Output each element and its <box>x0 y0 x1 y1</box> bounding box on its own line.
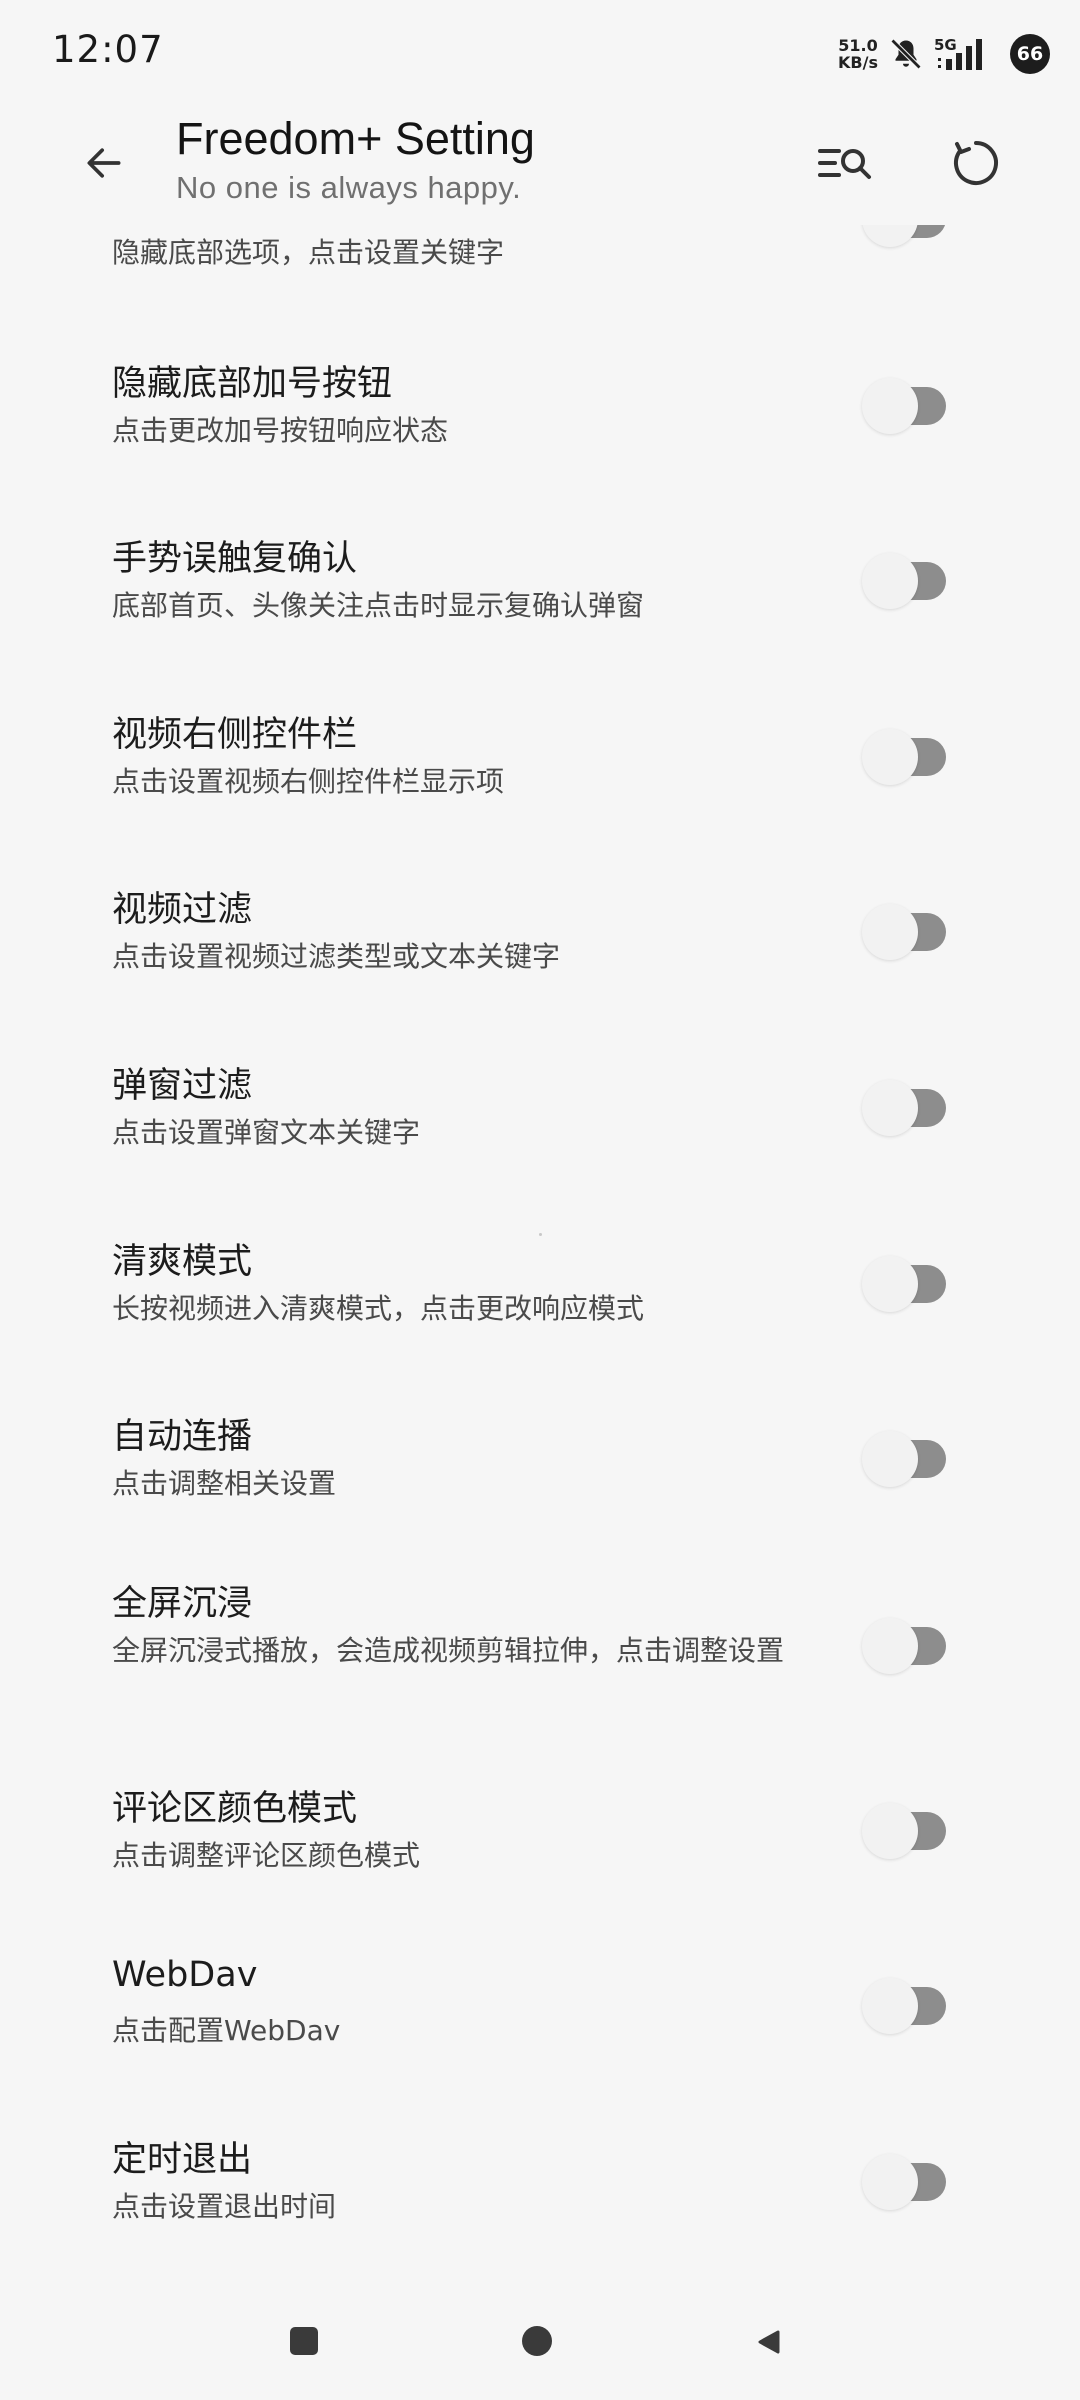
toggle-thumb <box>862 1978 918 2034</box>
toggle-thumb <box>862 1080 918 1136</box>
setting-title: 全屏沉浸 <box>112 1584 253 1624</box>
page-subtitle: No one is always happy. <box>176 170 522 205</box>
setting-desc: 长按视频进入清爽模式，点击更改响应模式 <box>112 1292 645 1325</box>
back-arrow-icon <box>87 148 121 178</box>
setting-desc: 点击设置视频右侧控件栏显示项 <box>112 765 505 798</box>
system-nav-bar <box>0 2290 1080 2400</box>
mute-bell-icon <box>888 36 924 72</box>
setting-desc: 全屏沉浸式播放，会造成视频剪辑拉伸，点击调整设置 <box>112 1634 785 1667</box>
back-triangle-icon[interactable] <box>754 2327 784 2357</box>
network-speed-value: 51.0 <box>838 36 878 55</box>
setting-title: WebDav <box>112 1955 258 1995</box>
toggle-thumb <box>862 1618 918 1674</box>
setting-title: 清爽模式 <box>112 1242 253 1282</box>
setting-title: 隐藏底部加号按钮 <box>112 364 393 404</box>
setting-title: 弹窗过滤 <box>112 1066 253 1106</box>
toggle-thumb <box>862 1431 918 1487</box>
list-search-icon <box>818 149 871 179</box>
search-button[interactable] <box>814 131 878 195</box>
setting-title: 自动连播 <box>112 1417 253 1457</box>
battery-level: 66 <box>1016 43 1044 65</box>
setting-title: 评论区颜色模式 <box>112 1789 358 1829</box>
toggle-thumb <box>862 2154 918 2210</box>
setting-desc: 点击设置弹窗文本关键字 <box>112 1116 421 1149</box>
setting-desc: 点击调整评论区颜色模式 <box>112 1839 421 1872</box>
setting-toggle[interactable] <box>862 553 952 609</box>
setting-toggle[interactable] <box>862 729 952 785</box>
setting-toggle[interactable] <box>862 1618 952 1674</box>
stray-dot <box>539 1233 542 1236</box>
setting-title: 视频过滤 <box>112 890 253 930</box>
setting-toggle[interactable] <box>862 2154 952 2210</box>
setting-desc: 点击设置视频过滤类型或文本关键字 <box>112 940 561 973</box>
home-circle-icon[interactable] <box>522 2326 552 2356</box>
setting-desc: 点击调整相关设置 <box>112 1467 337 1500</box>
network-speed: 51.0 KB/s <box>838 37 878 71</box>
setting-toggle[interactable] <box>862 378 952 434</box>
signal-icon: 5G <box>934 34 992 74</box>
toggle-thumb <box>862 1256 918 1312</box>
status-icons: 51.0 KB/s 5G 66 <box>838 30 1050 78</box>
setting-toggle[interactable] <box>862 1256 952 1312</box>
back-button[interactable] <box>76 135 132 191</box>
setting-desc: 点击更改加号按钮响应状态 <box>112 414 449 447</box>
recents-square-icon[interactable] <box>290 2327 318 2355</box>
network-speed-unit: KB/s <box>838 53 878 72</box>
toggle-thumb <box>862 904 918 960</box>
toggle-thumb <box>862 1803 918 1859</box>
setting-desc: 点击配置WebDav <box>112 2014 341 2047</box>
setting-toggle[interactable] <box>862 1080 952 1136</box>
setting-title: 定时退出 <box>112 2140 253 2180</box>
setting-desc: 点击设置退出时间 <box>112 2190 337 2223</box>
setting-toggle[interactable] <box>862 1431 952 1487</box>
page-title: Freedom+ Setting <box>176 113 535 164</box>
setting-toggle[interactable] <box>862 1803 952 1859</box>
setting-title: 视频右侧控件栏 <box>112 715 358 755</box>
setting-toggle[interactable] <box>862 225 952 247</box>
setting-toggle[interactable] <box>862 1978 952 2034</box>
app-bar: Freedom+ Setting No one is always happy. <box>0 105 1080 225</box>
setting-desc: 底部首页、头像关注点击时显示复确认弹窗 <box>112 589 645 622</box>
toggle-thumb <box>862 378 918 434</box>
toggle-thumb <box>862 225 918 247</box>
toggle-thumb <box>862 553 918 609</box>
setting-row-partial[interactable]: 隐藏底部选项，点击设置关键字 <box>0 225 1080 285</box>
battery-icon: 66 <box>1010 34 1050 74</box>
setting-toggle[interactable] <box>862 904 952 960</box>
status-bar: 12:07 51.0 KB/s 5G 66 <box>0 0 1080 105</box>
status-time: 12:07 <box>52 28 164 71</box>
toggle-thumb <box>862 729 918 785</box>
refresh-button[interactable] <box>944 131 1008 195</box>
refresh-icon <box>954 141 998 185</box>
setting-desc: 隐藏底部选项，点击设置关键字 <box>112 236 505 269</box>
setting-title: 手势误触复确认 <box>112 539 358 579</box>
